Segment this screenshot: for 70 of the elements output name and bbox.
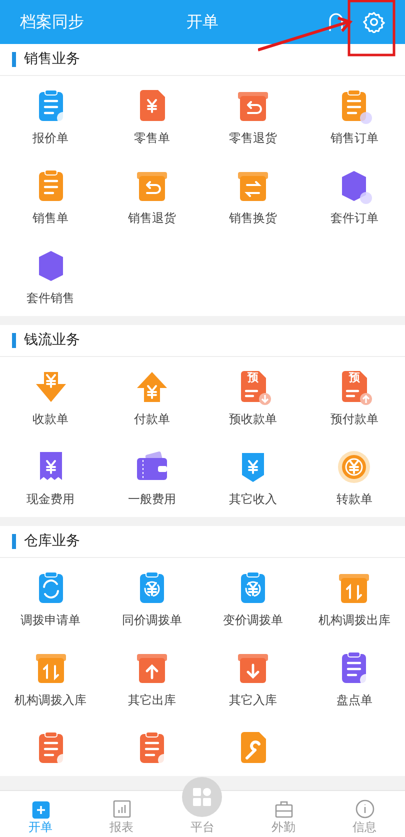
form-tile[interactable]: 套件销售 <box>0 236 102 316</box>
section-marker <box>12 333 16 348</box>
icon-character: 预 <box>246 372 260 383</box>
tile-label: 现金费用 <box>26 491 75 508</box>
form-tile[interactable]: 现金费用 <box>0 437 102 517</box>
form-tile[interactable]: 付款单 <box>101 357 202 437</box>
form-tile[interactable]: 盘点单 <box>304 638 405 718</box>
section-title: 仓库业务 <box>24 532 80 551</box>
tile-label: 盘点单 <box>336 692 372 709</box>
bar-chart-icon <box>112 799 132 819</box>
form-tile[interactable]: 机构调拨入库 <box>0 638 102 718</box>
form-tile[interactable]: 同价调拨单 <box>101 558 202 638</box>
nav-label: 开单 <box>28 821 52 833</box>
tile-label: 其它出库 <box>128 692 176 709</box>
tile-label: 付款单 <box>134 411 170 428</box>
page-title: 开单 <box>186 11 218 33</box>
form-tile[interactable]: 转款单 <box>304 437 405 517</box>
settings-icon[interactable] <box>363 11 385 33</box>
tile-label: 零售退货 <box>229 130 278 147</box>
form-tile[interactable]: 零售退货 <box>202 76 304 156</box>
tile-label: 一般费用 <box>128 491 176 508</box>
tile-label: 变价调拨单 <box>223 612 284 629</box>
form-tile[interactable]: 机构调拨出库 <box>304 558 405 638</box>
tile-label: 转款单 <box>336 491 372 508</box>
form-tile[interactable]: 预 预收款单 <box>202 357 304 437</box>
form-tile[interactable]: 其它收入 <box>202 437 304 517</box>
tile-label: 销售订单 <box>330 130 378 147</box>
tile-label: 机构调拨出库 <box>318 612 390 629</box>
section-marker <box>12 534 16 549</box>
form-tile[interactable]: 一般费用 <box>101 437 202 517</box>
tile-label: 收款单 <box>32 411 69 428</box>
tile-label: 销售退货 <box>128 210 176 227</box>
icon-character: 预 <box>348 372 361 383</box>
tile-label: 套件销售 <box>26 290 75 307</box>
tile-label: 其它入库 <box>229 692 278 709</box>
form-icon <box>336 449 372 485</box>
section-title: 销售业务 <box>24 50 80 69</box>
tile-label: 销售单 <box>32 210 69 227</box>
tile-label: 调拨申请单 <box>20 612 81 629</box>
form-tile[interactable]: 销售单 <box>0 156 102 236</box>
form-tile[interactable]: 销售退货 <box>101 156 202 236</box>
tile-label: 其它收入 <box>229 491 278 508</box>
tile-label: 报价单 <box>32 130 69 147</box>
form-tile[interactable]: 报价单 <box>0 76 102 156</box>
form-tile[interactable]: 调拨申请单 <box>0 558 102 638</box>
form-tile[interactable]: 套件订单 <box>304 156 405 236</box>
form-tile[interactable]: 其它入库 <box>202 638 304 718</box>
form-tile[interactable]: 预 预付款单 <box>304 357 405 437</box>
tile-label: 套件订单 <box>330 210 378 227</box>
tile-label: 销售换货 <box>229 210 278 227</box>
tile-label: 同价调拨单 <box>122 612 182 629</box>
form-tile[interactable]: 收款单 <box>0 357 102 437</box>
nav-label: 信息 <box>352 821 376 833</box>
add-form-icon <box>30 799 50 819</box>
tile-label: 预收款单 <box>229 411 278 428</box>
form-tile[interactable]: 销售订单 <box>304 76 405 156</box>
section-title: 钱流业务 <box>24 331 80 350</box>
form-tile[interactable]: 其它出库 <box>101 638 202 718</box>
briefcase-icon <box>274 799 294 819</box>
grid-icon <box>193 788 211 806</box>
form-tile[interactable]: 销售换货 <box>202 156 304 236</box>
form-tile[interactable]: 变价调拨单 <box>202 558 304 638</box>
nav-label: 外勤 <box>272 821 296 833</box>
form-tile[interactable]: 零售单 <box>101 76 202 156</box>
section-marker <box>12 52 16 67</box>
nav-label: 报表 <box>110 821 134 833</box>
tile-label: 零售单 <box>134 130 170 147</box>
info-icon <box>354 799 374 819</box>
tile-label: 预付款单 <box>330 411 378 428</box>
tile-label: 机构调拨入库 <box>14 692 87 709</box>
